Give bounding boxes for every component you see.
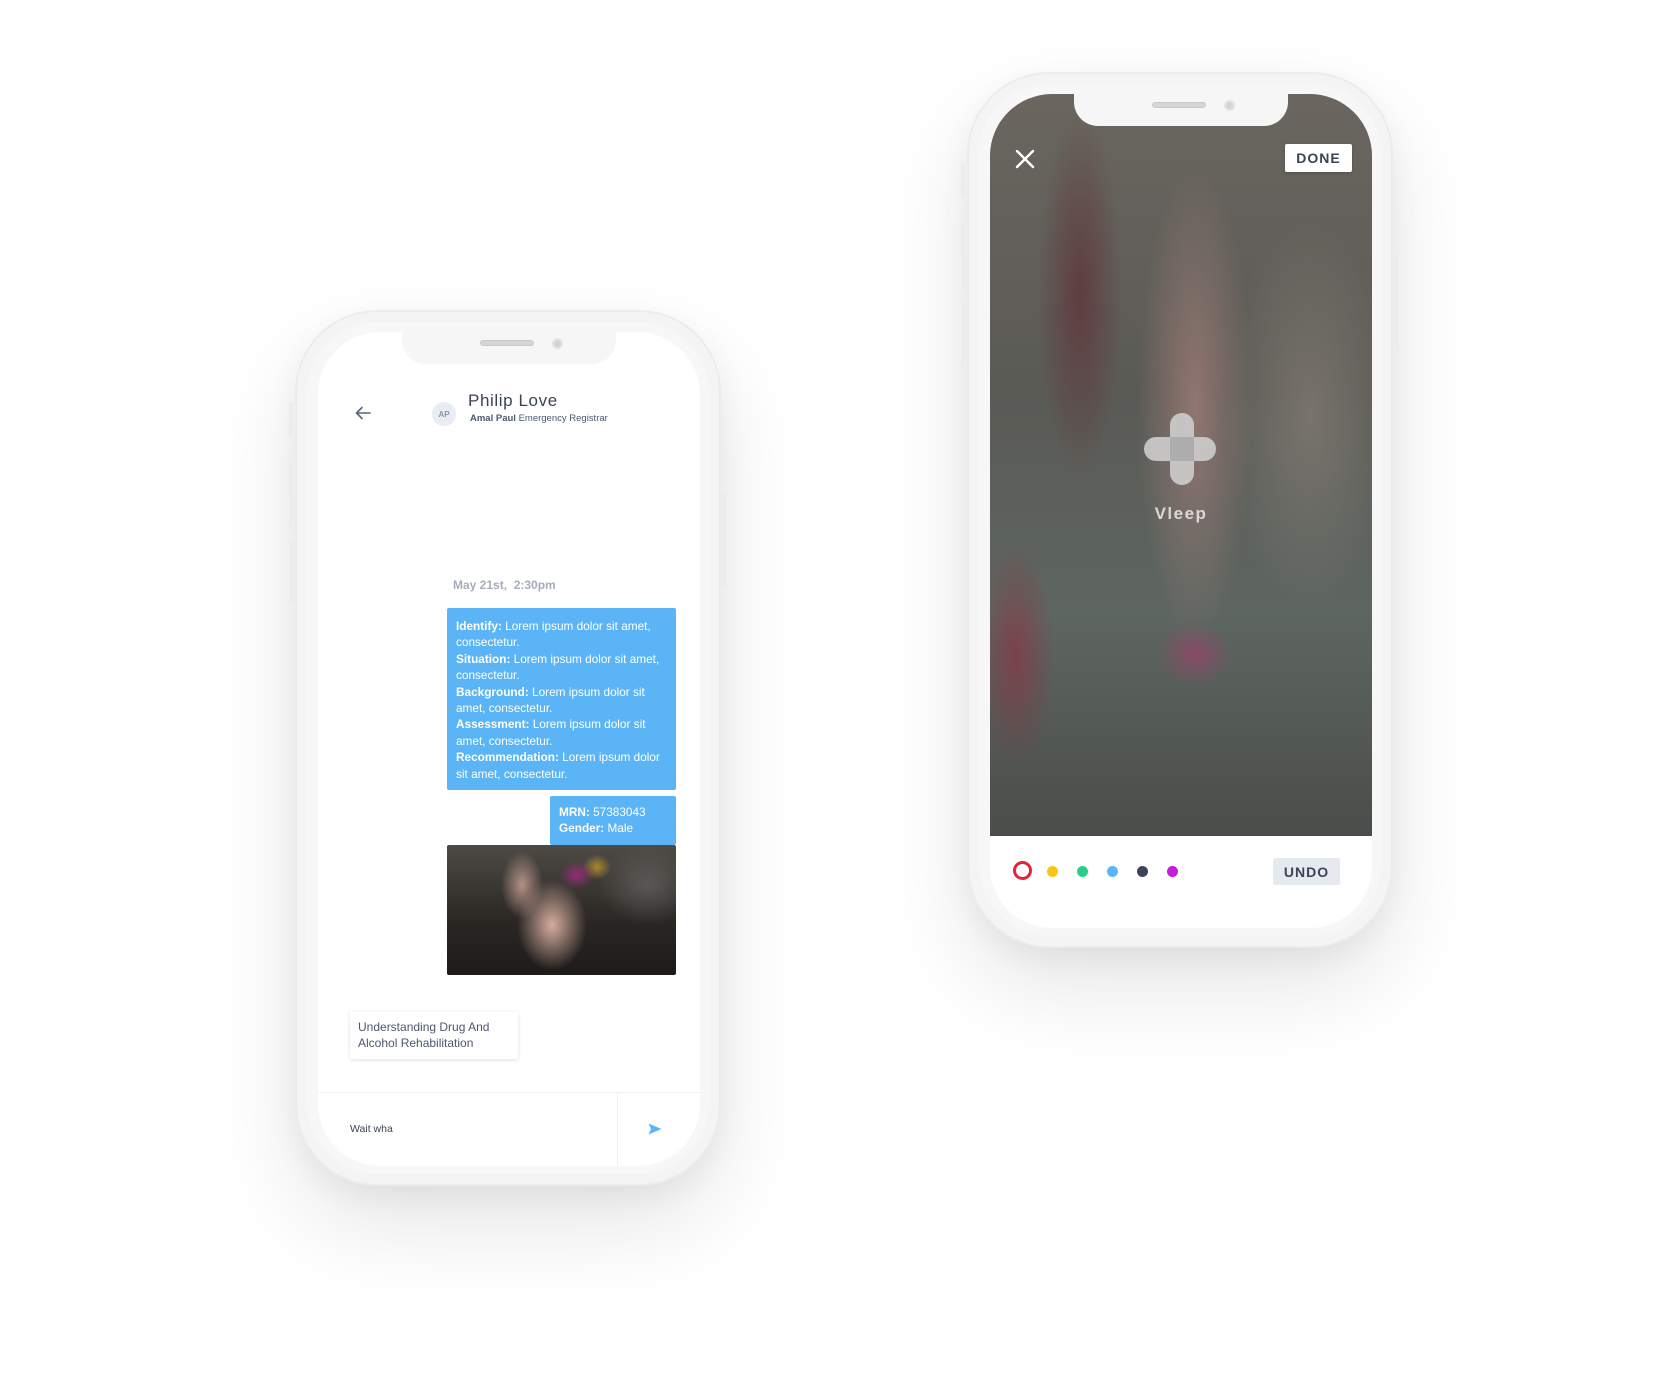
phone-markup: DONE Vleep UNDO (961, 72, 1399, 948)
phone-volume-up (961, 224, 965, 288)
composer-divider (617, 1093, 618, 1166)
phone-power-button (1395, 254, 1399, 350)
chat-screen: AP Philip Love Amal Paul Emergency Regis… (318, 332, 700, 1166)
contact-name[interactable]: Philip Love (468, 391, 558, 411)
back-button[interactable] (352, 402, 374, 424)
sbar-row-situation: Situation: Lorem ipsum dolor sit amet, c… (456, 651, 667, 684)
phone-volume-down (289, 540, 293, 604)
notch-camera (1224, 100, 1235, 111)
sender-name: Amal Paul (470, 413, 516, 424)
color-swatch-purple[interactable] (1167, 866, 1178, 877)
phone-volume-down (961, 302, 965, 366)
send-icon (648, 1123, 662, 1135)
sbar-label: Background: (456, 684, 529, 699)
message-input[interactable] (350, 1123, 590, 1135)
markup-toolbar: UNDO (990, 836, 1372, 928)
phone-volume-up (289, 462, 293, 526)
patient-info-bubble[interactable]: MRN: 57383043 Gender: Male (550, 796, 676, 845)
article-card[interactable]: Understanding Drug And Alcohol Rehabilit… (350, 1012, 518, 1059)
color-swatch-navy[interactable] (1137, 866, 1148, 877)
phone-power-button (723, 492, 727, 588)
done-button[interactable]: DONE (1285, 144, 1352, 172)
notch-speaker (1152, 102, 1206, 108)
mrn-row: MRN: 57383043 (559, 804, 667, 820)
phone-notch (402, 332, 616, 364)
mockup-stage: AP Philip Love Amal Paul Emergency Regis… (0, 0, 1668, 1394)
mrn-label: MRN: (559, 805, 590, 819)
sbar-label: Situation: (456, 651, 511, 666)
send-button[interactable] (646, 1120, 664, 1138)
phone-mute-switch (289, 402, 293, 436)
message-composer (318, 1092, 700, 1166)
gender-value: Male (604, 821, 634, 836)
message-timestamp: May 21st, 2:30pm (453, 578, 556, 592)
contact-subtitle: Amal Paul Emergency Registrar (470, 413, 608, 424)
gender-row: Gender: Male (559, 820, 667, 836)
arrow-left-icon (355, 406, 371, 420)
sender-role: Emergency Registrar (518, 413, 608, 424)
phone-notch (1074, 94, 1288, 126)
sbar-row-assessment: Assessment: Lorem ipsum dolor sit amet, … (456, 716, 667, 749)
sbar-row-identify: Identify: Lorem ipsum dolor sit amet, co… (456, 618, 667, 651)
gender-label: Gender: (559, 821, 605, 836)
avatar[interactable]: AP (432, 402, 456, 426)
sbar-row-recommendation: Recommendation: Lorem ipsum dolor sit am… (456, 749, 667, 782)
phone-mute-switch (961, 164, 965, 198)
sbar-label: Recommendation: (456, 750, 559, 765)
color-swatch-blue[interactable] (1107, 866, 1118, 877)
color-swatch-green[interactable] (1077, 866, 1088, 877)
color-swatch-yellow[interactable] (1047, 866, 1058, 877)
phone-chat: AP Philip Love Amal Paul Emergency Regis… (289, 310, 727, 1186)
photo-message[interactable] (447, 845, 676, 975)
vleep-logo-icon (1144, 413, 1216, 485)
mrn-value: 57383043 (589, 805, 646, 819)
sbar-message-bubble[interactable]: Identify: Lorem ipsum dolor sit amet, co… (447, 608, 676, 791)
color-swatch-red[interactable] (1013, 861, 1032, 880)
notch-camera (552, 338, 563, 349)
close-icon (1015, 149, 1035, 169)
undo-button[interactable]: UNDO (1273, 858, 1340, 885)
sbar-row-background: Background: Lorem ipsum dolor sit amet, … (456, 684, 667, 717)
sbar-label: Identify: (456, 619, 502, 633)
close-button[interactable] (1012, 146, 1038, 172)
notch-speaker (480, 340, 534, 346)
logo-wordmark: Vleep (1154, 504, 1208, 523)
markup-screen: DONE Vleep UNDO (990, 94, 1372, 928)
sbar-label: Assessment: (456, 717, 530, 732)
